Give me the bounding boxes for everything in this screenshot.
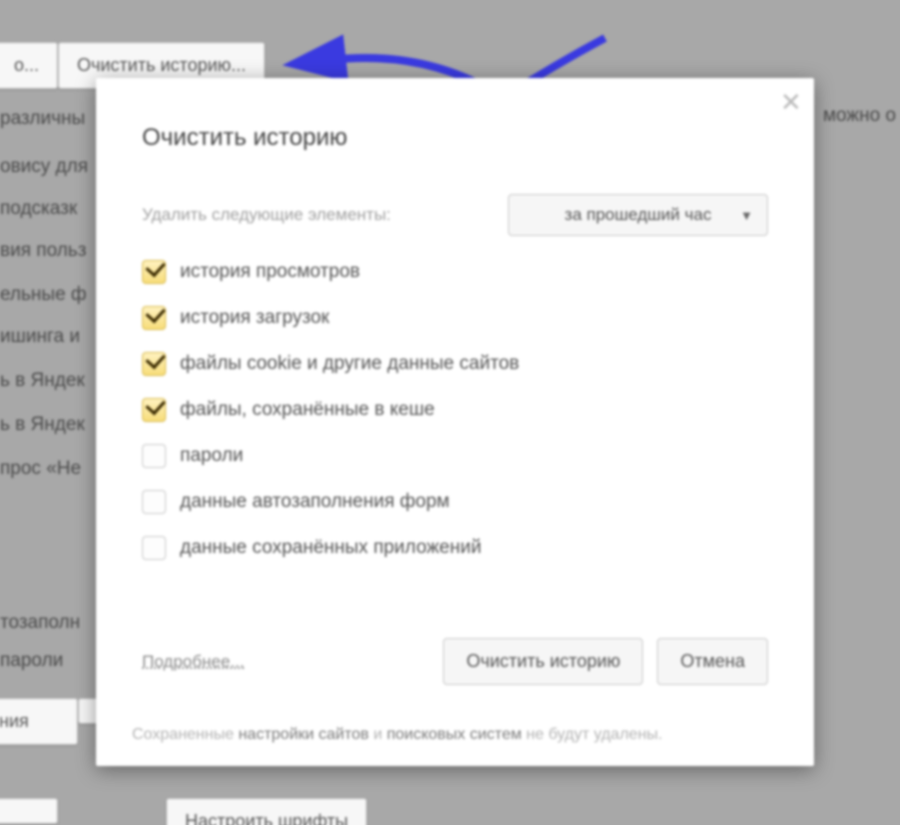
bg-text: различны xyxy=(0,108,85,130)
option-browsing-history[interactable]: история просмотров xyxy=(142,260,768,284)
option-label: история просмотров xyxy=(180,261,360,283)
clear-history-dialog: ✕ Очистить историю Удалить следующие эле… xyxy=(96,78,814,766)
option-app-data[interactable]: данные сохранённых приложений xyxy=(142,536,768,560)
bg-text: ишинга и xyxy=(0,326,80,348)
bg-text: ельные ф xyxy=(0,284,87,306)
period-label: Удалить следующие элементы: xyxy=(142,205,391,225)
bg-button[interactable]: ния xyxy=(0,698,78,745)
checkbox-icon[interactable] xyxy=(142,536,166,560)
dialog-footnote: Сохраненные настройки сайтов и поисковых… xyxy=(132,726,778,744)
bg-button-fonts[interactable]: Настроить шрифты xyxy=(166,798,367,825)
bg-text: вия польз xyxy=(0,240,86,262)
bg-text: прос «Не xyxy=(0,458,81,480)
time-range-value: за прошедший час xyxy=(565,205,712,225)
checkbox-icon[interactable] xyxy=(142,398,166,422)
cancel-button[interactable]: Отмена xyxy=(657,638,768,685)
more-link[interactable]: Подробнее... xyxy=(142,652,244,672)
checkbox-icon[interactable] xyxy=(142,444,166,468)
clear-history-button[interactable]: Очистить историю xyxy=(443,638,643,685)
options-list: история просмотров история загрузок файл… xyxy=(142,260,768,582)
option-autofill[interactable]: данные автозаполнения форм xyxy=(142,490,768,514)
checkbox-icon[interactable] xyxy=(142,352,166,376)
checkbox-icon[interactable] xyxy=(142,490,166,514)
checkbox-icon[interactable] xyxy=(142,260,166,284)
option-label: история загрузок xyxy=(180,307,329,329)
option-label: файлы, сохранённые в кеше xyxy=(180,399,435,421)
bg-text: подсказк xyxy=(0,198,77,220)
option-label: данные сохранённых приложений xyxy=(180,537,481,559)
option-cookies[interactable]: файлы cookie и другие данные сайтов xyxy=(142,352,768,376)
checkbox-icon[interactable] xyxy=(142,306,166,330)
option-label: пароли xyxy=(180,445,243,467)
bg-text: пароли xyxy=(0,650,63,672)
bg-text: ь в Яндек xyxy=(0,414,85,436)
option-label: файлы cookie и другие данные сайтов xyxy=(180,353,519,375)
option-label: данные автозаполнения форм xyxy=(180,491,450,513)
option-cache[interactable]: файлы, сохранённые в кеше xyxy=(142,398,768,422)
option-passwords[interactable]: пароли xyxy=(142,444,768,468)
close-icon[interactable]: ✕ xyxy=(780,92,800,112)
bg-text: тозаполн xyxy=(0,612,80,634)
chevron-down-icon: ▼ xyxy=(740,208,753,223)
bg-button[interactable] xyxy=(0,798,58,824)
bg-text-right: можно о xyxy=(823,105,896,127)
bg-text: ь в Яндек xyxy=(0,370,85,392)
dialog-title: Очистить историю xyxy=(142,124,347,152)
option-download-history[interactable]: история загрузок xyxy=(142,306,768,330)
bg-text: овису для xyxy=(0,156,88,178)
time-range-select[interactable]: за прошедший час ▼ xyxy=(508,194,768,236)
bg-button-partial[interactable]: о... xyxy=(0,42,58,89)
